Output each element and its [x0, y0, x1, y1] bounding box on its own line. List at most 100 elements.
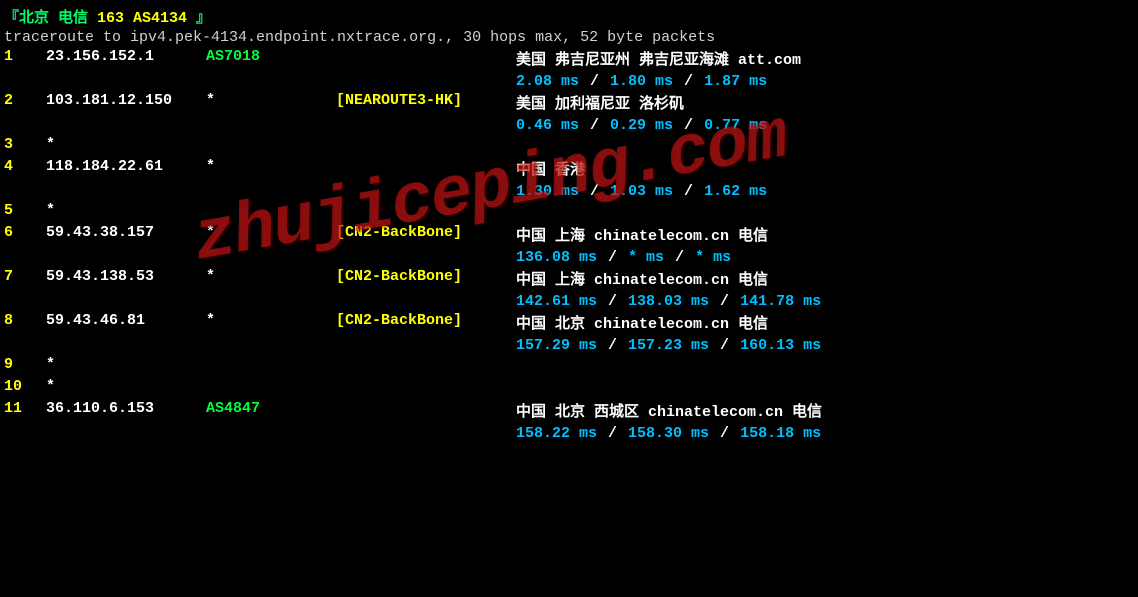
latency-value: 1.30 ms	[516, 183, 579, 200]
hop-number: 7	[4, 268, 46, 285]
latency-value: 1.62 ms	[704, 183, 767, 200]
hop-number: 2	[4, 92, 46, 109]
separator: /	[581, 117, 608, 134]
latency-value: 157.23 ms	[628, 337, 709, 354]
hop-row: 10*	[4, 378, 1134, 400]
hop-location: 中国 北京 西城区 chinatelecom.cn 电信	[516, 400, 822, 421]
separator: /	[599, 293, 626, 310]
hop-number: 1	[4, 48, 46, 65]
hop-ip: *	[46, 378, 206, 395]
hop-number: 6	[4, 224, 46, 241]
hop-asn: *	[206, 268, 336, 285]
hop-latency-row: 157.29 ms / 157.23 ms / 160.13 ms	[4, 334, 1134, 356]
separator: /	[599, 249, 626, 266]
separator: /	[675, 73, 702, 90]
hop-location: 美国 加利福尼亚 洛杉矶	[516, 92, 684, 113]
hop-number: 8	[4, 312, 46, 329]
hop-ip: 118.184.22.61	[46, 158, 206, 175]
hop-number: 9	[4, 356, 46, 373]
latency-value: 1.80 ms	[610, 73, 673, 90]
latency-value: 1.87 ms	[704, 73, 767, 90]
isp-tag: 163 AS4134	[97, 10, 187, 27]
hop-latency: 157.29 ms / 157.23 ms / 160.13 ms	[516, 337, 821, 354]
hop-row: 3*	[4, 136, 1134, 158]
hop-network-tag: [CN2-BackBone]	[336, 268, 516, 285]
traceroute-command-line: traceroute to ipv4.pek-4134.endpoint.nxt…	[4, 29, 1134, 46]
hop-latency: 158.22 ms / 158.30 ms / 158.18 ms	[516, 425, 821, 442]
hop-ip: 59.43.138.53	[46, 268, 206, 285]
separator: /	[666, 249, 693, 266]
hop-asn: AS7018	[206, 48, 336, 65]
hop-latency-row: 142.61 ms / 138.03 ms / 141.78 ms	[4, 290, 1134, 312]
latency-value: 160.13 ms	[740, 337, 821, 354]
hop-row: 5*	[4, 202, 1134, 224]
hop-number: 4	[4, 158, 46, 175]
hop-number: 3	[4, 136, 46, 153]
hop-row: 659.43.38.157*[CN2-BackBone]中国 上海 chinat…	[4, 224, 1134, 246]
hop-asn: AS4847	[206, 400, 336, 417]
hop-asn: *	[206, 92, 336, 109]
separator: /	[711, 293, 738, 310]
hop-row: 1136.110.6.153AS4847 中国 北京 西城区 chinatelec…	[4, 400, 1134, 422]
hop-latency: 0.46 ms / 0.29 ms / 0.77 ms	[516, 117, 767, 134]
latency-value: 158.30 ms	[628, 425, 709, 442]
hop-location: 中国 上海 chinatelecom.cn 电信	[516, 268, 768, 289]
traceroute-output: 123.156.152.1AS7018 美国 弗吉尼亚州 弗吉尼亚海滩 att.c…	[4, 48, 1134, 444]
hop-ip: 23.156.152.1	[46, 48, 206, 65]
hop-location: 美国 弗吉尼亚州 弗吉尼亚海滩 att.com	[516, 48, 801, 69]
hop-row: 9*	[4, 356, 1134, 378]
separator: /	[581, 183, 608, 200]
separator: /	[599, 337, 626, 354]
hop-row: 859.43.46.81*[CN2-BackBone]中国 北京 chinate…	[4, 312, 1134, 334]
separator: /	[581, 73, 608, 90]
latency-value: 157.29 ms	[516, 337, 597, 354]
latency-value: 142.61 ms	[516, 293, 597, 310]
hop-network-tag: [CN2-BackBone]	[336, 224, 516, 241]
hop-ip: 103.181.12.150	[46, 92, 206, 109]
hop-ip: 59.43.46.81	[46, 312, 206, 329]
separator: /	[675, 183, 702, 200]
latency-value: 136.08 ms	[516, 249, 597, 266]
hop-latency-row: 158.22 ms / 158.30 ms / 158.18 ms	[4, 422, 1134, 444]
latency-value: * ms	[695, 249, 731, 266]
separator: /	[711, 425, 738, 442]
latency-value: * ms	[628, 249, 664, 266]
hop-ip: *	[46, 356, 206, 373]
latency-value: 0.29 ms	[610, 117, 673, 134]
hop-latency: 142.61 ms / 138.03 ms / 141.78 ms	[516, 293, 821, 310]
separator: /	[675, 117, 702, 134]
hop-row: 759.43.138.53*[CN2-BackBone]中国 上海 chinat…	[4, 268, 1134, 290]
hop-asn: *	[206, 158, 336, 175]
hop-latency-row: 136.08 ms / * ms / * ms	[4, 246, 1134, 268]
hop-ip: 59.43.38.157	[46, 224, 206, 241]
hop-location: 中国 北京 chinatelecom.cn 电信	[516, 312, 768, 333]
separator: /	[711, 337, 738, 354]
latency-value: 0.77 ms	[704, 117, 767, 134]
latency-value: 138.03 ms	[628, 293, 709, 310]
latency-value: 0.46 ms	[516, 117, 579, 134]
separator: /	[599, 425, 626, 442]
hop-latency-row: 2.08 ms / 1.80 ms / 1.87 ms	[4, 70, 1134, 92]
hop-row: 4118.184.22.61* 中国 香港	[4, 158, 1134, 180]
hop-latency: 136.08 ms / * ms / * ms	[516, 249, 731, 266]
latency-value: 2.08 ms	[516, 73, 579, 90]
hop-ip: *	[46, 202, 206, 219]
hop-ip: 36.110.6.153	[46, 400, 206, 417]
hop-number: 5	[4, 202, 46, 219]
hop-number: 11	[4, 400, 46, 417]
hop-network-tag: [CN2-BackBone]	[336, 312, 516, 329]
hop-asn: *	[206, 312, 336, 329]
hop-number: 10	[4, 378, 46, 395]
latency-value: 141.78 ms	[740, 293, 821, 310]
hop-row: 2103.181.12.150*[NEAROUTE3-HK]美国 加利福尼亚 洛…	[4, 92, 1134, 114]
hop-network-tag: [NEAROUTE3-HK]	[336, 92, 516, 109]
hop-latency: 2.08 ms / 1.80 ms / 1.87 ms	[516, 73, 767, 90]
latency-value: 158.18 ms	[740, 425, 821, 442]
latency-value: 1.03 ms	[610, 183, 673, 200]
hop-location: 中国 香港	[516, 158, 585, 179]
hop-row: 123.156.152.1AS7018 美国 弗吉尼亚州 弗吉尼亚海滩 att.c…	[4, 48, 1134, 70]
hop-latency: 1.30 ms / 1.03 ms / 1.62 ms	[516, 183, 767, 200]
hop-asn: *	[206, 224, 336, 241]
hop-location: 中国 上海 chinatelecom.cn 电信	[516, 224, 768, 245]
traceroute-header-target: 『北京 电信 163 AS4134 』	[4, 6, 1134, 27]
